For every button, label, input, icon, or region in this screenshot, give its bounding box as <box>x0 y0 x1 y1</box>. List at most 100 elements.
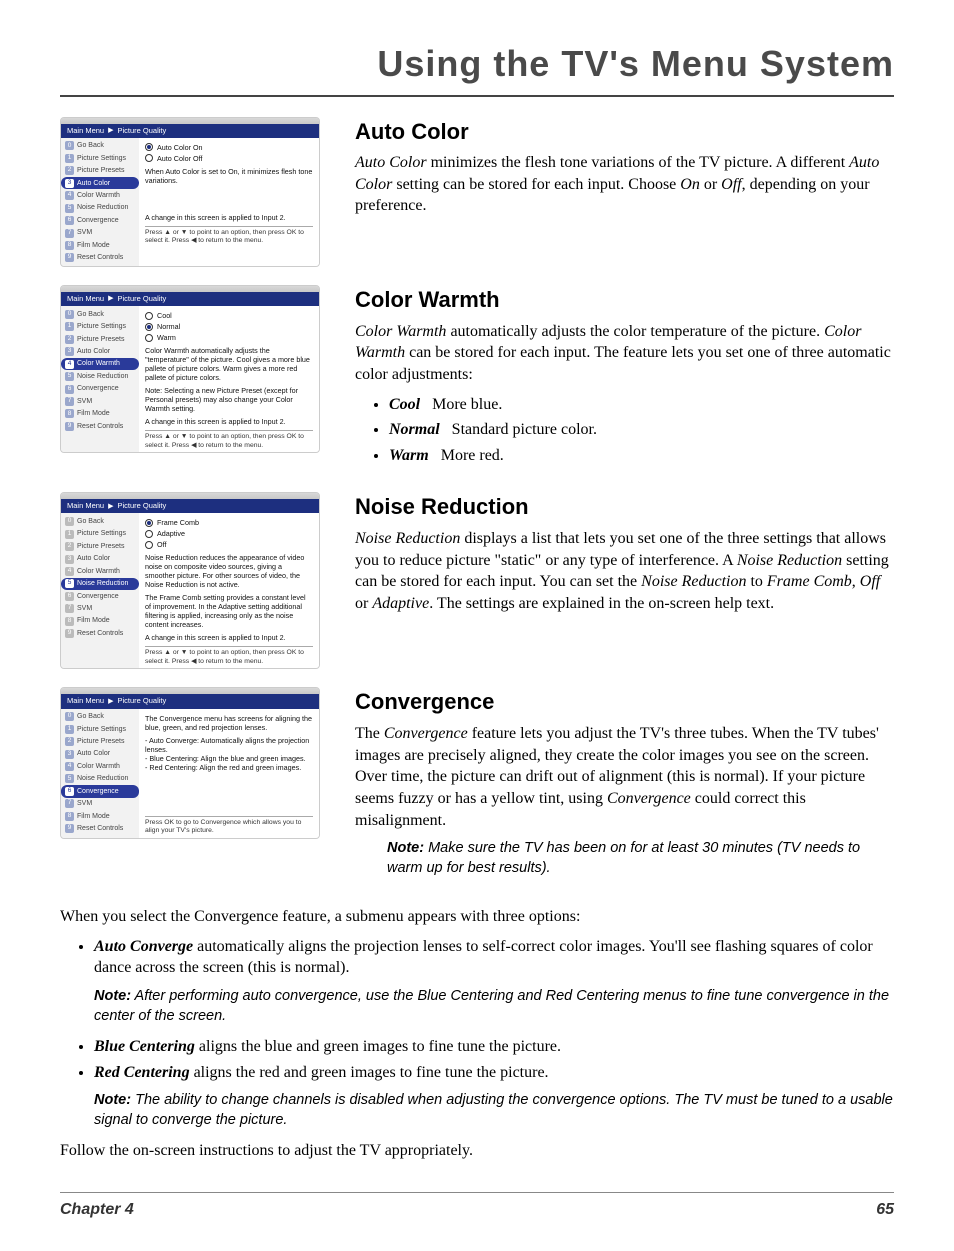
section-auto-color: Main Menu ▶ Picture Quality 0Go Back 1Pi… <box>60 117 894 268</box>
breadcrumb: Main Menu ▶ Picture Quality <box>61 292 319 306</box>
body-paragraph: Auto Color minimizes the flesh tone vari… <box>355 152 894 217</box>
menu-desc: - Auto Converge: Automatically aligns th… <box>145 736 313 754</box>
sidebar-item-label: Convergence <box>77 592 119 601</box>
sidebar-item-label: Color Warmth <box>77 567 120 576</box>
sidebar-item-label: Film Mode <box>77 616 110 625</box>
breadcrumb: Main Menu ▶ Picture Quality <box>61 694 319 708</box>
breadcrumb: Main Menu ▶ Picture Quality <box>61 499 319 513</box>
chevron-right-icon: ▶ <box>108 697 113 706</box>
radio-icon <box>145 143 153 151</box>
sidebar-item-label: SVM <box>77 799 92 808</box>
sidebar-item-label: Picture Settings <box>77 529 126 538</box>
list-item: Blue Centering aligns the blue and green… <box>94 1036 894 1058</box>
sidebar-item-label: Picture Settings <box>77 154 126 163</box>
bullet-list: Cool More blue. Normal Standard picture … <box>355 394 894 467</box>
menu-screenshot-convergence: Main Menu ▶ Picture Quality 0Go Back 1Pi… <box>60 687 320 838</box>
section-heading: Convergence <box>355 687 894 717</box>
sidebar-item-label: Go Back <box>77 141 104 150</box>
breadcrumb-leaf: Picture Quality <box>118 126 167 136</box>
list-item: Auto Converge automatically aligns the p… <box>94 936 894 1026</box>
sidebar-item-label: Noise Reduction <box>77 203 128 212</box>
breadcrumb-root: Main Menu <box>67 126 104 136</box>
list-item: Red Centering aligns the red and green i… <box>94 1062 894 1131</box>
sidebar-item-label: Reset Controls <box>77 422 123 431</box>
menu-desc: The Frame Comb setting provides a consta… <box>145 593 313 629</box>
footer-page-number: 65 <box>876 1199 894 1221</box>
breadcrumb-leaf: Picture Quality <box>118 696 167 706</box>
sidebar-item-label: SVM <box>77 604 92 613</box>
menu-desc: Noise Reduction reduces the appearance o… <box>145 553 313 589</box>
menu-screenshot-color-warmth: Main Menu ▶ Picture Quality 0Go Back 1Pi… <box>60 285 320 453</box>
body-paragraph: The Convergence feature lets you adjust … <box>355 723 894 831</box>
menu-screenshot-auto-color: Main Menu ▶ Picture Quality 0Go Back 1Pi… <box>60 117 320 268</box>
section-convergence: Main Menu ▶ Picture Quality 0Go Back 1Pi… <box>60 687 894 888</box>
chevron-right-icon: ▶ <box>108 126 113 135</box>
radio-icon <box>145 530 153 538</box>
menu-sidebar: 0Go Back 1Picture Settings 2Picture Pres… <box>61 138 139 266</box>
sidebar-item-label: Go Back <box>77 517 104 526</box>
radio-label: Normal <box>157 322 180 331</box>
menu-content: The Convergence menu has screens for ali… <box>139 709 319 838</box>
sidebar-item-label: Noise Reduction <box>77 372 128 381</box>
menu-desc: When Auto Color is set to On, it minimiz… <box>145 167 313 185</box>
note: Note: Make sure the TV has been on for a… <box>387 839 894 878</box>
radio-label: Frame Comb <box>157 518 199 527</box>
radio-label: Adaptive <box>157 529 185 538</box>
section-noise-reduction: Main Menu ▶ Picture Quality 0Go Back 1Pi… <box>60 492 894 669</box>
sidebar-item-label: Go Back <box>77 310 104 319</box>
section-color-warmth: Main Menu ▶ Picture Quality 0Go Back 1Pi… <box>60 285 894 474</box>
chevron-right-icon: ▶ <box>108 502 113 511</box>
sidebar-item-label: Convergence <box>77 787 119 796</box>
menu-sidebar: 0Go Back 1Picture Settings 2Picture Pres… <box>61 709 139 838</box>
breadcrumb-root: Main Menu <box>67 696 104 706</box>
page-footer: Chapter 4 65 <box>60 1192 894 1221</box>
menu-help: Press ▲ or ▼ to point to an option, then… <box>145 226 313 246</box>
sidebar-item-label: Convergence <box>77 216 119 225</box>
list-item: Normal Standard picture color. <box>389 419 894 441</box>
radio-icon <box>145 541 153 549</box>
breadcrumb-root: Main Menu <box>67 501 104 511</box>
radio-label: Warm <box>157 333 176 342</box>
note: Note: After performing auto convergence,… <box>94 987 894 1026</box>
sidebar-item-label: Reset Controls <box>77 253 123 262</box>
chevron-right-icon: ▶ <box>108 294 113 303</box>
menu-screenshot-noise-reduction: Main Menu ▶ Picture Quality 0Go Back 1Pi… <box>60 492 320 669</box>
sidebar-item-label: Picture Settings <box>77 725 126 734</box>
breadcrumb: Main Menu ▶ Picture Quality <box>61 124 319 138</box>
menu-applied: A change in this screen is applied to In… <box>145 213 313 222</box>
body-paragraph: Noise Reduction displays a list that let… <box>355 528 894 614</box>
section-heading: Color Warmth <box>355 285 894 315</box>
sidebar-item-label: Noise Reduction <box>77 774 128 783</box>
radio-icon <box>145 312 153 320</box>
sidebar-item-label: Film Mode <box>77 409 110 418</box>
radio-label: Auto Color On <box>157 143 203 152</box>
section-heading: Noise Reduction <box>355 492 894 522</box>
breadcrumb-root: Main Menu <box>67 294 104 304</box>
sidebar-item-label: SVM <box>77 397 92 406</box>
sidebar-item-label: SVM <box>77 228 92 237</box>
menu-content: Frame Comb Adaptive Off Noise Reduction … <box>139 513 319 668</box>
sidebar-item-label: Film Mode <box>77 241 110 250</box>
sidebar-item-label: Auto Color <box>77 554 110 563</box>
sidebar-item-label: Reset Controls <box>77 824 123 833</box>
body-paragraph: Follow the on-screen instructions to adj… <box>60 1140 894 1162</box>
radio-icon <box>145 323 153 331</box>
footer-chapter: Chapter 4 <box>60 1199 134 1221</box>
sidebar-item-label: Go Back <box>77 712 104 721</box>
sidebar-item-label: Color Warmth <box>77 762 120 771</box>
sidebar-item-label: Auto Color <box>77 347 110 356</box>
menu-desc: The Convergence menu has screens for ali… <box>145 714 313 732</box>
sidebar-item-label: Auto Color <box>77 749 110 758</box>
section-heading: Auto Color <box>355 117 894 147</box>
sidebar-item-label: Auto Color <box>77 179 110 188</box>
menu-help: Press ▲ or ▼ to point to an option, then… <box>145 430 313 450</box>
menu-applied: A change in this screen is applied to In… <box>145 633 313 642</box>
menu-sidebar: 0Go Back 1Picture Settings 2Picture Pres… <box>61 513 139 668</box>
menu-desc: - Blue Centering: Align the blue and gre… <box>145 754 313 763</box>
sidebar-item-label: Picture Presets <box>77 542 124 551</box>
bullet-list: Auto Converge automatically aligns the p… <box>60 936 894 1131</box>
radio-label: Cool <box>157 311 172 320</box>
menu-help: Press ▲ or ▼ to point to an option, then… <box>145 646 313 666</box>
radio-icon <box>145 334 153 342</box>
radio-icon <box>145 154 153 162</box>
